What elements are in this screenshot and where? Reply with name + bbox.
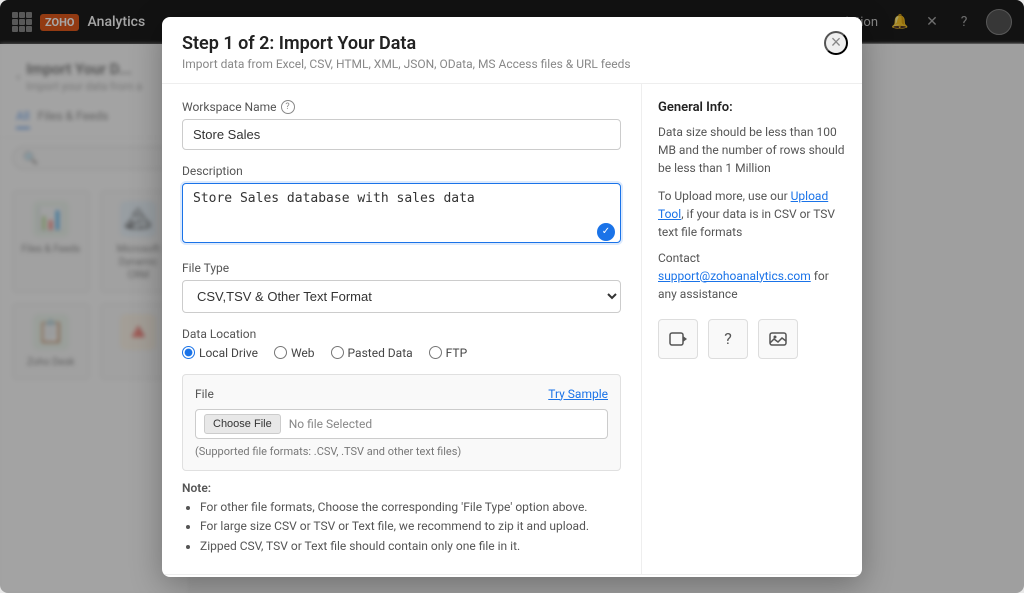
radio-ftp[interactable]: FTP	[429, 346, 467, 360]
data-location-label: Data Location	[182, 327, 621, 341]
dialog-close-button[interactable]: ×	[824, 31, 848, 55]
notes-list: For other file formats, Choose the corre…	[182, 499, 621, 555]
file-label: File	[195, 387, 214, 401]
import-dialog: Step 1 of 2: Import Your Data Import dat…	[162, 17, 862, 577]
description-textarea[interactable]: Store Sales database with sales data	[182, 183, 621, 243]
file-upload-box: File Try Sample Choose File No file Sele…	[182, 374, 621, 471]
radio-local-drive[interactable]: Local Drive	[182, 346, 258, 360]
description-group: Description Store Sales database with sa…	[182, 164, 621, 247]
dialog-footer: Next Cancel	[162, 574, 862, 577]
try-sample-link[interactable]: Try Sample	[548, 387, 608, 401]
dialog-header: Step 1 of 2: Import Your Data Import dat…	[162, 17, 862, 84]
modal-overlay: Step 1 of 2: Import Your Data Import dat…	[0, 0, 1024, 593]
choose-file-button[interactable]: Choose File	[204, 414, 281, 434]
radio-web[interactable]: Web	[274, 346, 315, 360]
radio-pasted-data[interactable]: Pasted Data	[331, 346, 413, 360]
workspace-help-icon[interactable]: ?	[281, 100, 295, 114]
info-icon-row: ?	[658, 319, 846, 359]
description-label: Description	[182, 164, 621, 178]
description-textarea-wrap: Store Sales database with sales data ✓	[182, 183, 621, 247]
info-text-size: Data size should be less than 100 MB and…	[658, 123, 846, 177]
file-input-wrap: Choose File No file Selected	[195, 409, 608, 439]
info-section: General Info: Data size should be less t…	[642, 84, 862, 574]
form-section: Workspace Name ? Description Store Sales…	[162, 84, 642, 574]
note-item-1: For other file formats, Choose the corre…	[200, 499, 621, 516]
notes-section: Note: For other file formats, Choose the…	[182, 481, 621, 555]
file-type-select[interactable]: CSV,TSV & Other Text Format Excel JSON X…	[182, 280, 621, 313]
workspace-name-label: Workspace Name ?	[182, 100, 621, 114]
dialog-title: Step 1 of 2: Import Your Data	[182, 33, 842, 54]
workspace-name-group: Workspace Name ?	[182, 100, 621, 150]
radio-group: Local Drive Web Pasted Data FTP	[182, 346, 621, 360]
note-item-3: Zipped CSV, TSV or Text file should cont…	[200, 538, 621, 555]
file-type-label: File Type	[182, 261, 621, 275]
info-title: General Info:	[658, 100, 846, 115]
info-text-upload: To Upload more, use our Upload Tool, if …	[658, 187, 846, 241]
info-text-contact: Contact support@zohoanalytics.com for an…	[658, 249, 846, 303]
dialog-body: Workspace Name ? Description Store Sales…	[162, 84, 862, 574]
file-row: File Try Sample	[195, 387, 608, 401]
data-location-group: Data Location Local Drive Web Pasted Dat…	[182, 327, 621, 360]
note-item-2: For large size CSV or TSV or Text file, …	[200, 518, 621, 535]
supported-formats-text: (Supported file formats: .CSV, .TSV and …	[195, 445, 608, 458]
notes-title: Note:	[182, 481, 621, 495]
no-file-text: No file Selected	[289, 417, 372, 431]
textarea-confirm-icon: ✓	[597, 223, 615, 241]
upload-tool-link[interactable]: Upload Tool	[658, 189, 828, 221]
question-icon[interactable]: ?	[708, 319, 748, 359]
file-type-group: File Type CSV,TSV & Other Text Format Ex…	[182, 261, 621, 313]
workspace-name-input[interactable]	[182, 119, 621, 150]
support-email-link[interactable]: support@zohoanalytics.com	[658, 269, 811, 283]
video-icon[interactable]	[658, 319, 698, 359]
dialog-subtitle: Import data from Excel, CSV, HTML, XML, …	[182, 57, 842, 71]
image-icon[interactable]	[758, 319, 798, 359]
